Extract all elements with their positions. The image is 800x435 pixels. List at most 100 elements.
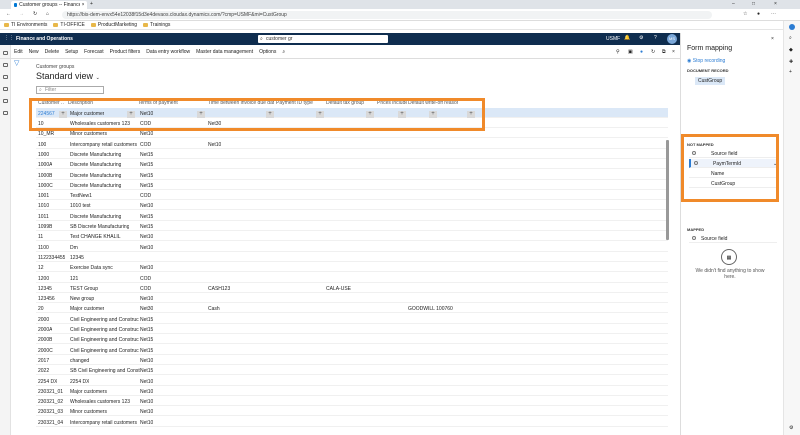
table-cell[interactable]: Net15 [140, 214, 153, 220]
table-cell[interactable]: 121 [70, 276, 78, 282]
table-cell[interactable]: 2000C [38, 348, 53, 354]
table-cell[interactable]: 12345 [38, 286, 52, 292]
home-icon[interactable] [3, 63, 8, 67]
table-row[interactable]: 2254 DX 2254 DX Net10 [36, 376, 668, 386]
table-cell[interactable]: CASH123 [208, 286, 230, 292]
table-cell[interactable]: 230321_03 [38, 409, 63, 415]
add-icon[interactable]: + [789, 69, 792, 75]
table-cell[interactable]: 2017 [38, 358, 49, 364]
table-cell[interactable]: 2254 DX [70, 379, 89, 385]
table-cell[interactable]: 1000A [38, 162, 52, 168]
table-row[interactable]: 2000 Civil Engineering and Construc Net15 [36, 314, 668, 324]
forward-icon[interactable]: → [19, 11, 24, 17]
grid-scrollbar[interactable] [666, 140, 669, 240]
table-row[interactable]: 1000B Discrete Manufacturing Net15 [36, 170, 668, 180]
table-cell[interactable]: 1000 [38, 152, 49, 158]
copilot-icon[interactable] [789, 24, 795, 30]
close-tab-icon[interactable]: × [82, 2, 84, 8]
table-cell[interactable]: 230321_04 [38, 420, 63, 426]
table-row[interactable]: 1011 Discrete Manufacturing Net15 [36, 211, 668, 221]
table-cell[interactable]: Minor customers [70, 409, 107, 415]
table-row[interactable]: 2000C Civil Engineering and Construc Net15 [36, 345, 668, 355]
table-cell[interactable]: COD [140, 286, 151, 292]
refresh-icon[interactable]: ↻ [33, 11, 37, 17]
shopping-icon[interactable]: ◆ [789, 47, 793, 53]
table-cell[interactable]: Net15 [140, 368, 153, 374]
table-row[interactable]: 1100 Dm Net10 [36, 242, 668, 252]
maximize-icon[interactable]: □ [752, 1, 755, 7]
avatar[interactable]: MS [667, 34, 677, 44]
refresh-page-icon[interactable]: ↻ [651, 49, 655, 55]
table-cell[interactable]: Net15 [140, 162, 153, 168]
back-icon[interactable]: ← [6, 11, 11, 17]
table-cell[interactable]: Discrete Manufacturing [70, 183, 121, 189]
table-cell[interactable]: 2000A [38, 327, 52, 333]
table-cell[interactable]: Net10 [140, 358, 153, 364]
radio-icon[interactable] [692, 236, 696, 240]
search-icon[interactable]: ⌕ [789, 35, 792, 41]
profile-icon[interactable]: ● [757, 11, 760, 17]
table-cell[interactable]: SB Discrete Manufacturing [70, 224, 129, 230]
table-cell[interactable]: 2000 [38, 317, 49, 323]
url-input[interactable]: https://bis-dem-envx54e12038f15d3e4devao… [62, 11, 712, 19]
table-row[interactable]: 2022 SB Civil Engineering and Const Net15 [36, 365, 668, 376]
favorites-icon[interactable] [3, 75, 8, 79]
table-row[interactable]: 1000A Discrete Manufacturing Net15 [36, 159, 668, 170]
table-row[interactable]: 100 Intercompany retail customers COD Net10 [36, 139, 668, 149]
table-cell[interactable]: Intercompany retail customers [70, 142, 137, 148]
table-cell[interactable]: 123456 [38, 296, 55, 302]
bookmark-item[interactable]: Trainings [143, 22, 170, 28]
close-pane-icon[interactable]: × [771, 36, 774, 42]
table-cell[interactable]: Net10 [140, 234, 153, 240]
table-cell[interactable]: Net10 [140, 379, 153, 385]
table-cell[interactable]: Dm [70, 245, 78, 251]
badge-icon[interactable]: ● [640, 49, 643, 55]
setup-menu[interactable]: Setup [65, 49, 78, 55]
table-cell[interactable]: 1099B [38, 224, 52, 230]
table-row[interactable]: 1000 Discrete Manufacturing Net15 [36, 149, 668, 159]
table-cell[interactable]: Civil Engineering and Construc [70, 337, 139, 343]
help-icon[interactable]: ? [654, 35, 657, 41]
table-cell[interactable]: TEST Group [70, 286, 98, 292]
company-picker[interactable]: USMF [606, 36, 620, 42]
table-row[interactable]: 1099B SB Discrete Manufacturing Net15 [36, 221, 668, 231]
table-row[interactable]: 230321_04 Intercompany retail customers Ne… [36, 417, 668, 427]
table-cell[interactable]: 2022 [38, 368, 49, 374]
table-cell[interactable]: Net15 [140, 152, 153, 158]
table-cell[interactable]: New group [70, 296, 94, 302]
filter-input[interactable]: ⌕ Filter [36, 86, 104, 94]
close-page-icon[interactable]: × [672, 49, 675, 55]
product-filters-button[interactable]: Product filters [110, 49, 141, 55]
menu-icon[interactable]: ⋯ [771, 11, 776, 17]
modules-icon[interactable] [3, 111, 8, 115]
bookmark-item[interactable]: TI-OFFICE [53, 22, 85, 28]
table-cell[interactable]: 1010 [38, 203, 49, 209]
table-cell[interactable]: Net10 [140, 265, 153, 271]
table-row[interactable]: 1001 TestNew1 COD [36, 190, 668, 201]
table-cell[interactable]: Net10 [140, 296, 153, 302]
favorites-icon[interactable]: ☆ [743, 11, 747, 17]
table-cell[interactable]: 1010 test [70, 203, 91, 209]
table-cell[interactable]: Discrete Manufacturing [70, 173, 121, 179]
table-cell[interactable]: Net15 [140, 348, 153, 354]
table-cell[interactable]: Major customer [70, 306, 104, 312]
minimize-icon[interactable]: – [732, 1, 735, 7]
table-cell[interactable]: 1100 [38, 245, 49, 251]
table-cell[interactable]: Major customers [70, 389, 107, 395]
table-row[interactable]: 1010 1010 test Net10 [36, 200, 668, 211]
table-cell[interactable]: Net10 [140, 409, 153, 415]
attach-icon[interactable]: ⚲ [616, 49, 620, 55]
options-button[interactable]: Options [259, 49, 276, 55]
table-cell[interactable]: Civil Engineering and Construc [70, 348, 139, 354]
master-data-management-button[interactable]: Master data management [196, 49, 253, 55]
table-row[interactable]: 230321_03 Minor customers Net10 [36, 406, 668, 417]
table-cell[interactable]: Net10 [140, 389, 153, 395]
gear-icon[interactable]: ⚙ [639, 35, 643, 41]
table-row[interactable]: 123456 New group Net10 [36, 293, 668, 304]
table-cell[interactable]: Net10 [140, 420, 153, 426]
table-cell[interactable]: Net15 [140, 327, 153, 333]
table-cell[interactable]: Net15 [140, 224, 153, 230]
table-cell[interactable]: 1000C [38, 183, 53, 189]
table-cell[interactable]: Test CHANGE KHALIL [70, 234, 121, 240]
popout-icon[interactable]: ⧉ [662, 49, 666, 55]
